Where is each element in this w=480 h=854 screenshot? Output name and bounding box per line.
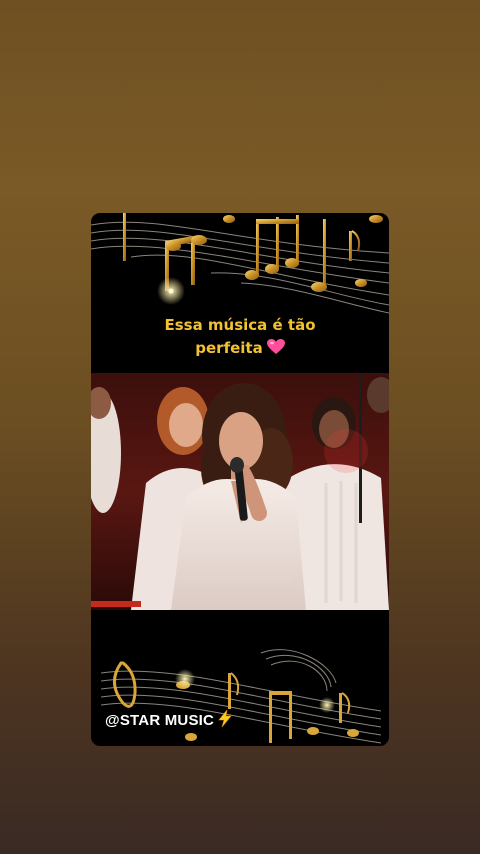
caption-line-2-text: perfeita (195, 339, 263, 357)
lightning-bolt-icon (218, 708, 232, 731)
story-caption: Essa música é tão perfeita (91, 314, 389, 362)
video-frame[interactable] (91, 373, 389, 610)
video-still-singer-performance (91, 373, 389, 610)
watermark-text: @STAR MUSIC (105, 712, 215, 729)
caption-line-1: Essa música é tão (164, 316, 316, 334)
story-card: Essa música é tão perfeita @STAR MUSIC (91, 213, 389, 746)
caption-line-2: perfeita (91, 337, 389, 362)
pink-heart-icon (266, 339, 285, 362)
watermark-handle: @STAR MUSIC (105, 708, 232, 731)
